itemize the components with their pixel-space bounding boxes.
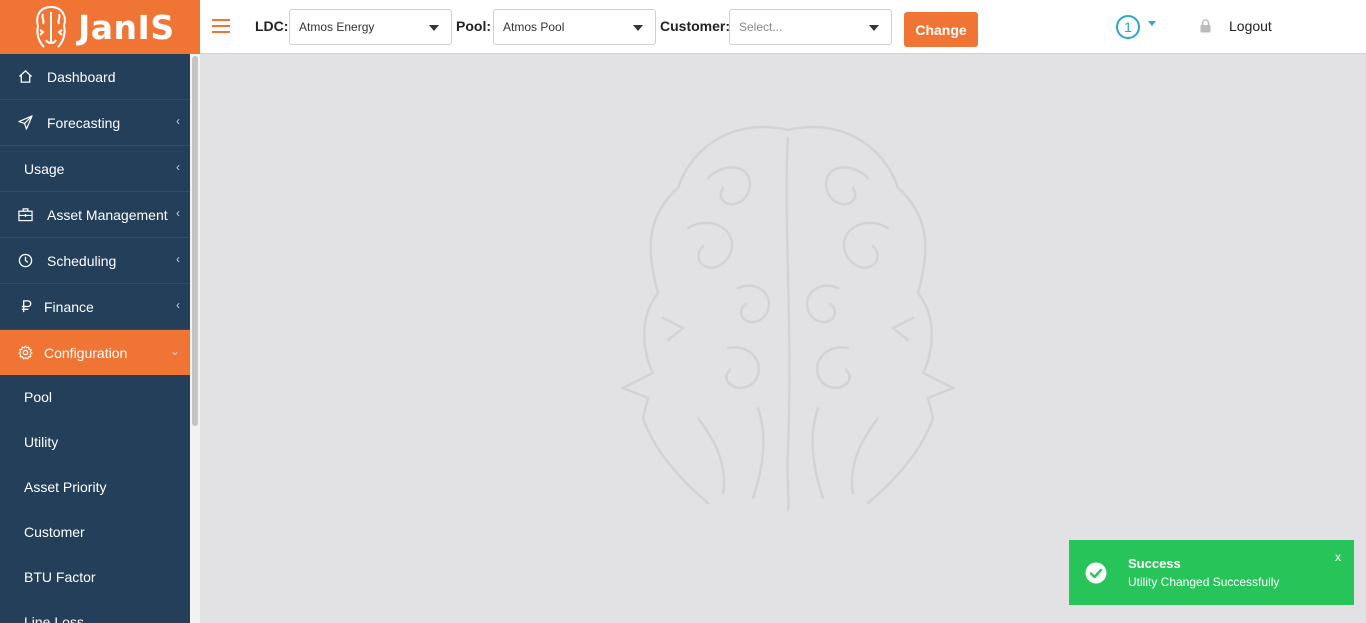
sidebar-item-forecasting[interactable]: Forecasting ‹ (0, 100, 190, 146)
sidebar-subitem-asset-priority[interactable]: Asset Priority (0, 465, 190, 510)
hamburger-menu-icon[interactable] (212, 16, 230, 36)
sidebar-subitem-label: Pool (24, 389, 53, 405)
sidebar-item-usage[interactable]: Usage ‹ (0, 146, 190, 192)
logout-link[interactable]: Logout (1229, 18, 1272, 34)
sidebar-item-label: Finance (44, 299, 94, 315)
sidebar-item-label: Usage (24, 161, 65, 177)
top-header: LDC: Atmos Energy Pool: Atmos Pool Custo… (200, 0, 1366, 54)
sidebar-item-dashboard[interactable]: Dashboard (0, 54, 190, 100)
gear-icon (18, 345, 33, 360)
sidebar-subitem-pool[interactable]: Pool (0, 375, 190, 420)
sidebar-item-asset-management[interactable]: Asset Management ‹ (0, 192, 190, 238)
sidebar-scrollbar-thumb[interactable] (192, 56, 198, 426)
toast-title: Success (1128, 556, 1181, 571)
sidebar-item-label: Scheduling (47, 253, 117, 269)
chevron-left-icon: ‹ (176, 252, 180, 266)
change-button[interactable]: Change (904, 12, 978, 47)
ldc-select[interactable]: Atmos Energy (289, 9, 452, 45)
chevron-left-icon: ‹ (176, 298, 180, 312)
home-icon (18, 69, 33, 83)
sidebar-item-finance[interactable]: Finance ‹ (0, 284, 190, 330)
sidebar-item-configuration[interactable]: Configuration ⌄ (0, 330, 190, 375)
caret-down-icon (633, 25, 643, 31)
pool-label: Pool: (456, 18, 491, 34)
success-toast: Success Utility Changed Successfully x (1069, 540, 1354, 605)
sidebar-subitem-btu-factor[interactable]: BTU Factor (0, 555, 190, 600)
chevron-left-icon: ‹ (176, 160, 180, 174)
sidebar-subitem-utility[interactable]: Utility (0, 420, 190, 465)
sidebar-item-label: Asset Management (47, 207, 168, 223)
clock-icon (18, 253, 33, 268)
sidebar-item-label: Forecasting (47, 115, 121, 131)
chevron-left-icon: ‹ (176, 206, 180, 220)
customer-select[interactable]: Select... (729, 9, 892, 45)
sidebar-subitem-label: Utility (24, 434, 59, 450)
pool-select-value: Atmos Pool (503, 20, 565, 34)
sidebar-item-label: Dashboard (47, 69, 116, 85)
sidebar-subitem-line-loss[interactable]: Line Loss (0, 600, 190, 623)
lock-icon (1200, 19, 1211, 33)
caret-down-icon (869, 25, 879, 31)
ldc-label: LDC: (255, 18, 289, 34)
notification-badge[interactable]: 1 (1116, 15, 1140, 39)
customer-label: Customer: (660, 18, 731, 34)
briefcase-icon (18, 208, 33, 222)
sidebar-subitem-label: Asset Priority (24, 479, 107, 495)
toast-message: Utility Changed Successfully (1128, 575, 1280, 589)
pool-select[interactable]: Atmos Pool (493, 9, 656, 45)
sidebar-subitem-label: Line Loss (24, 614, 84, 623)
chevron-left-icon: ‹ (176, 114, 180, 128)
janus-head-watermark-icon (619, 125, 957, 512)
sidebar-item-label: Configuration (44, 345, 128, 361)
chevron-down-icon: ⌄ (169, 344, 180, 358)
ruble-icon (21, 300, 32, 313)
paper-plane-icon (18, 115, 33, 130)
notification-dropdown-caret-icon[interactable] (1148, 21, 1156, 26)
brand-logo[interactable]: JanIS (0, 0, 200, 54)
ldc-select-value: Atmos Energy (299, 20, 375, 34)
sidebar-subitem-label: Customer (24, 524, 85, 540)
sidebar-subitem-label: BTU Factor (24, 569, 96, 585)
janus-head-logo-icon (36, 6, 66, 48)
sidebar-subitem-customer[interactable]: Customer (0, 510, 190, 555)
brand-name: JanIS (78, 7, 175, 47)
customer-select-placeholder: Select... (739, 20, 783, 34)
check-circle-icon (1085, 562, 1107, 584)
sidebar-item-scheduling[interactable]: Scheduling ‹ (0, 238, 190, 284)
caret-down-icon (429, 25, 439, 31)
sidebar: Dashboard Forecasting ‹ Usage ‹ Asset Ma… (0, 54, 190, 623)
toast-close-button[interactable]: x (1335, 550, 1341, 564)
